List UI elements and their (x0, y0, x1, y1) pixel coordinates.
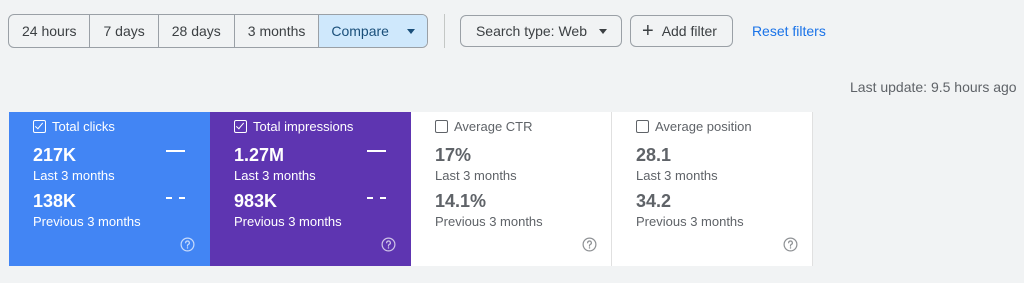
previous-value: 34.2 (636, 191, 672, 211)
metric-title: Average position (655, 119, 752, 134)
help-icon[interactable] (381, 237, 396, 252)
search-type-dropdown[interactable]: Search type: Web (459, 15, 622, 47)
previous-period-label: Previous 3 months (234, 214, 342, 229)
previous-period-label: Previous 3 months (636, 214, 744, 229)
caret-down-icon (406, 28, 415, 34)
previous-value: 138K (33, 191, 77, 211)
solid-line-legend-icon (166, 150, 185, 152)
current-value: 217K (33, 145, 77, 165)
metric-header: Total clicks (33, 119, 115, 134)
checkbox-checked-icon[interactable] (33, 120, 46, 133)
performance-report: 24 hours 7 days 28 days 3 months Compare… (0, 0, 1024, 283)
reset-filters-link[interactable]: Reset filters (752, 23, 826, 39)
metric-card-total-impressions[interactable]: Total impressions 1.27M Last 3 months 98… (210, 112, 411, 266)
metric-card-average-ctr[interactable]: Average CTR 17% Last 3 months 14.1% Prev… (411, 112, 612, 266)
current-period-label: Last 3 months (636, 168, 718, 183)
current-period-label: Last 3 months (33, 168, 115, 183)
current-period-label: Last 3 months (234, 168, 316, 183)
current-period-label: Last 3 months (435, 168, 517, 183)
dashed-line-legend-icon (166, 197, 185, 199)
caret-down-icon (599, 28, 607, 34)
solid-line-legend-icon (367, 150, 386, 152)
previous-value: 14.1% (435, 191, 487, 211)
last-update-text: Last update: 9.5 hours ago (850, 79, 1017, 95)
range-24-hours-button[interactable]: 24 hours (9, 15, 91, 47)
plus-icon: + (642, 20, 654, 42)
search-type-label: Search type: Web (475, 23, 587, 39)
previous-value: 983K (234, 191, 278, 211)
current-value: 1.27M (234, 145, 285, 165)
dashed-line-legend-icon (367, 197, 386, 199)
range-7-days-button[interactable]: 7 days (90, 15, 159, 47)
metric-card-total-clicks[interactable]: Total clicks 217K Last 3 months 138K Pre… (9, 112, 210, 266)
metric-title: Total impressions (253, 119, 354, 134)
help-icon[interactable] (582, 237, 597, 252)
metric-header: Average position (636, 119, 752, 134)
metric-card-average-position[interactable]: Average position 28.1 Last 3 months 34.2… (612, 112, 813, 266)
metric-cards: Total clicks 217K Last 3 months 138K Pre… (9, 112, 813, 266)
add-filter-button[interactable]: + Add filter (630, 15, 733, 47)
date-range-toolbar: 24 hours 7 days 28 days 3 months Compare… (8, 14, 826, 48)
help-icon[interactable] (180, 237, 195, 252)
compare-dropdown[interactable]: Compare (319, 15, 427, 47)
metric-title: Total clicks (52, 119, 115, 134)
current-value: 28.1 (636, 145, 672, 165)
checkbox-checked-icon[interactable] (234, 120, 247, 133)
checkbox-unchecked-icon[interactable] (636, 120, 649, 133)
compare-label: Compare (331, 23, 389, 39)
range-3-months-button[interactable]: 3 months (235, 15, 320, 47)
metric-header: Average CTR (435, 119, 533, 134)
add-filter-label: Add filter (661, 23, 717, 39)
previous-period-label: Previous 3 months (33, 214, 141, 229)
previous-period-label: Previous 3 months (435, 214, 543, 229)
date-range-group: 24 hours 7 days 28 days 3 months Compare (8, 14, 428, 48)
help-icon[interactable] (783, 237, 798, 252)
checkbox-unchecked-icon[interactable] (435, 120, 448, 133)
range-28-days-button[interactable]: 28 days (159, 15, 235, 47)
metric-header: Total impressions (234, 119, 353, 134)
current-value: 17% (435, 145, 472, 165)
metric-title: Average CTR (454, 119, 533, 134)
toolbar-divider (443, 14, 445, 48)
